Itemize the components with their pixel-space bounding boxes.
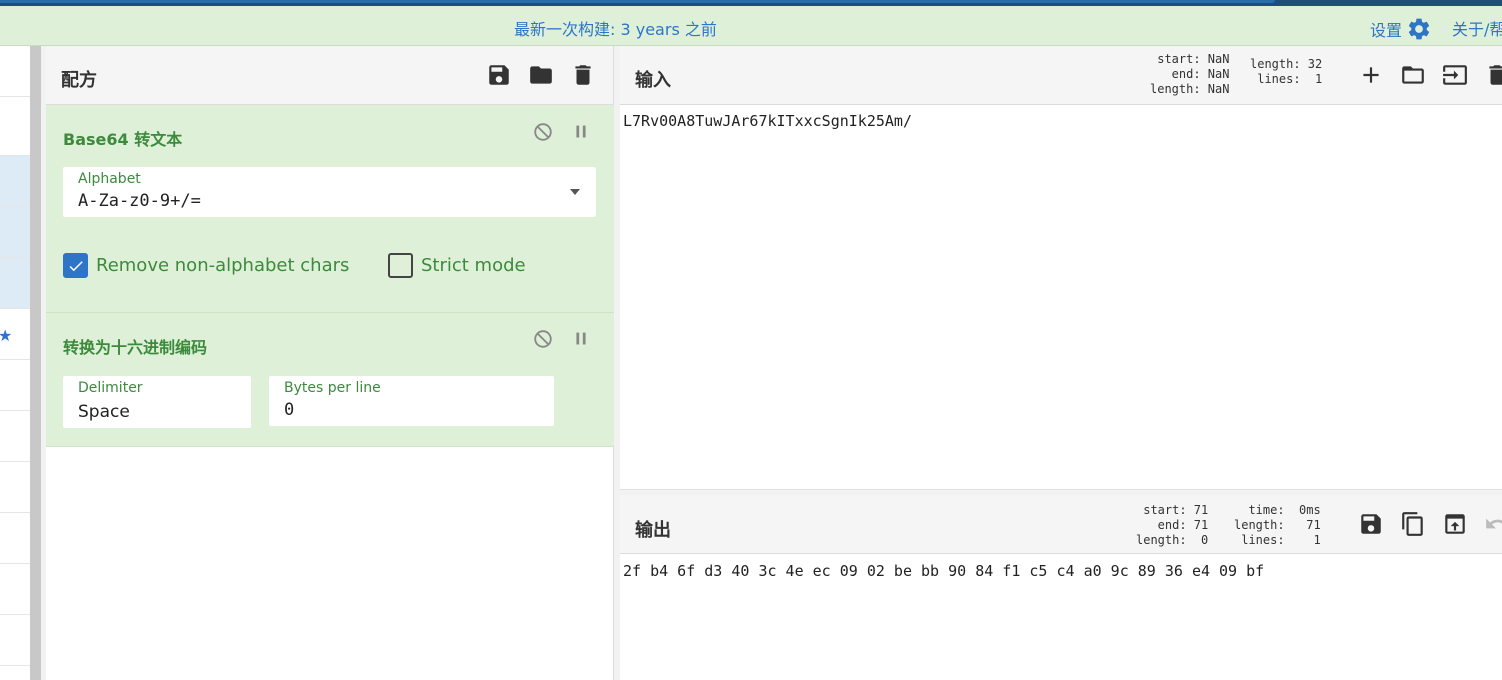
input-selection-stats: start: NaN end: NaN length: NaN [1150,52,1230,96]
output-header: 输出 start: 71 end: 71 length: 0 time: 0ms… [620,495,1502,554]
output-length-stats: time: 0ms length: 71 lines: 1 [1234,503,1321,547]
checkbox-checked[interactable] [63,253,88,278]
operations-list: ★ [0,46,30,680]
output-title: 输出 [635,520,671,541]
checkbox-label: Remove non-alphabet chars [96,255,350,276]
list-item[interactable] [0,615,30,666]
bytes-per-line-input[interactable]: Bytes per line 0 [269,376,554,426]
input-panel: 输入 start: NaN end: NaN length: NaN lengt… [620,46,1502,489]
trash-icon[interactable] [570,62,596,88]
disable-icon[interactable] [532,328,554,350]
chevron-down-icon [570,189,580,195]
operation-title: 转换为十六进制编码 [63,338,208,357]
recipe-panel: 配方 Base64 转文本 Alphabet A-Za-z0-9+/= Remo… [46,46,614,680]
input-length-stats: length: 32 lines: 1 [1250,57,1323,86]
disable-icon[interactable] [532,121,554,143]
check-icon [69,260,83,271]
pause-icon[interactable] [570,328,592,350]
strict-mode-checkbox[interactable]: Strict mode [388,253,526,278]
about-link[interactable]: 关于/帮 [1452,16,1502,40]
list-item[interactable] [0,462,30,513]
list-item[interactable] [0,105,30,156]
alphabet-select[interactable]: Alphabet A-Za-z0-9+/= [63,167,596,217]
input-textarea[interactable]: L7Rv00A8TuwJAr67kITxxcSgnIk25Am/ [623,112,912,130]
save-icon[interactable] [1358,511,1384,537]
operation-to-hex[interactable]: 转换为十六进制编码 Delimiter Space Bytes per line… [46,313,614,447]
output-panel: 输出 start: 71 end: 71 length: 0 time: 0ms… [620,495,1502,680]
bytes-per-line-label: Bytes per line [284,380,381,396]
remove-non-alphabet-checkbox[interactable]: Remove non-alphabet chars [63,253,349,278]
input-header: 输入 start: NaN end: NaN length: NaN lengt… [620,46,1502,105]
replace-input-icon[interactable] [1442,511,1468,537]
output-selection-stats: start: 71 end: 71 length: 0 [1136,503,1209,547]
list-item[interactable] [0,207,30,258]
top-stripe [0,0,1502,6]
trash-icon[interactable] [1484,62,1502,88]
settings-label: 设置 [1370,21,1403,40]
save-icon[interactable] [486,62,512,88]
operation-base64[interactable]: Base64 转文本 Alphabet A-Za-z0-9+/= Remove … [46,105,614,313]
checkbox-unchecked[interactable] [388,253,413,278]
delimiter-select[interactable]: Delimiter Space [63,376,251,428]
operation-title: Base64 转文本 [63,130,183,149]
alphabet-value: A-Za-z0-9+/= [78,191,201,211]
list-item[interactable] [0,46,30,97]
pause-icon[interactable] [570,121,592,143]
folder-icon[interactable] [528,62,554,88]
list-item[interactable] [0,564,30,615]
build-info[interactable]: 最新一次构建: 3 years 之前 [514,16,717,40]
list-item[interactable] [0,411,30,462]
checkbox-label: Strict mode [421,255,526,276]
list-item[interactable] [0,513,30,564]
settings-button[interactable]: 设置 [1370,16,1432,42]
list-item[interactable] [0,360,30,411]
star-icon[interactable]: ★ [0,326,12,345]
recipe-header: 配方 [46,46,613,105]
output-text[interactable]: 2f b4 6f d3 40 3c 4e ec 09 02 be bb 90 8… [623,562,1264,580]
copy-icon[interactable] [1400,511,1426,537]
alphabet-label: Alphabet [78,171,141,187]
list-item[interactable] [0,156,30,207]
input-title: 输入 [635,70,671,91]
bytes-per-line-value: 0 [284,400,295,420]
add-icon[interactable] [1358,62,1384,88]
delimiter-value: Space [78,402,130,422]
scrollbar[interactable] [30,46,41,680]
delimiter-label: Delimiter [78,380,143,396]
folder-open-icon[interactable] [1400,62,1426,88]
list-item[interactable] [0,258,30,309]
file-input-icon[interactable] [1442,62,1468,88]
recipe-title: 配方 [61,70,97,91]
top-banner: 最新一次构建: 3 years 之前 设置 关于/帮 [0,0,1502,46]
undo-icon[interactable] [1484,511,1502,537]
gear-icon [1408,18,1430,40]
